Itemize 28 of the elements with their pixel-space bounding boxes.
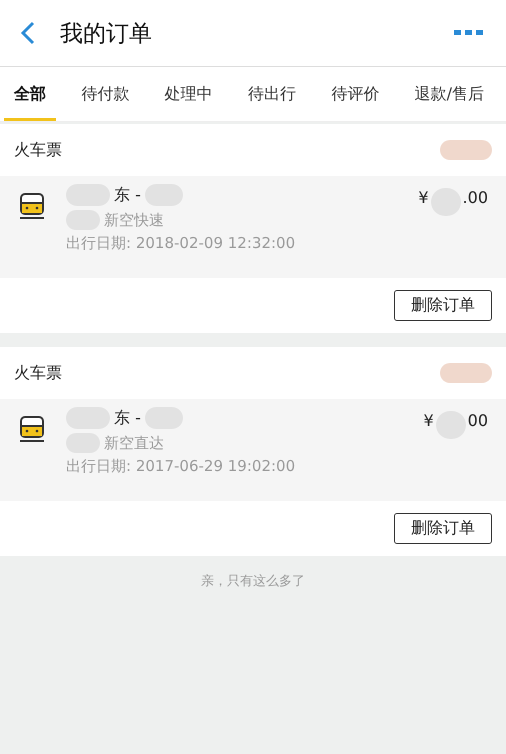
price-text: ¥	[423, 411, 434, 430]
train-icon	[18, 415, 46, 443]
tab[interactable]: 待评价	[321, 70, 390, 121]
category-label: 火车票	[14, 140, 62, 160]
tab[interactable]: 处理中	[154, 70, 223, 121]
price-text: ¥	[418, 188, 429, 207]
back-icon[interactable]	[20, 20, 36, 46]
price-text: 00	[468, 411, 488, 430]
tab[interactable]: 待付款	[71, 70, 140, 121]
redaction-blur	[440, 363, 492, 383]
route-text: 东 -	[114, 184, 141, 206]
category-label: 火车票	[14, 362, 62, 384]
tab[interactable]: 全部	[4, 70, 56, 121]
delete-order-button[interactable]: 删除订单	[394, 513, 492, 544]
end-of-list-text: 亲，只有这么多了	[201, 573, 305, 590]
travel-date: 出行日期: 2017-06-29 19:02:00	[66, 457, 296, 476]
train-name: 新空直达	[104, 434, 164, 452]
train-name: 新空快速	[104, 210, 164, 230]
route-text: 东 -	[114, 408, 141, 428]
train-icon	[18, 192, 46, 220]
redaction-blur	[440, 140, 492, 160]
tab[interactable]: 待出行	[238, 70, 306, 121]
price-text: .00	[462, 188, 488, 207]
page-title: 我的订单	[60, 20, 153, 48]
delete-order-button[interactable]: 删除订单	[394, 290, 492, 321]
tab[interactable]: 退款/售后	[404, 70, 494, 121]
more-icon[interactable]	[454, 29, 484, 37]
travel-date: 出行日期: 2018-02-09 12:32:00	[66, 234, 296, 253]
